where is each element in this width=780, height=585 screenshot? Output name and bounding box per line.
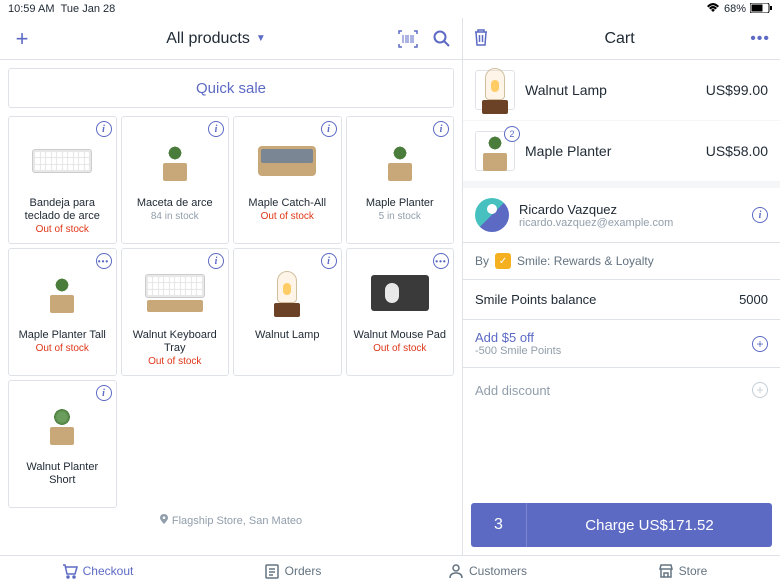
info-icon[interactable]: i — [752, 207, 768, 223]
product-tile[interactable]: i Maple Planter5 in stock — [346, 116, 455, 244]
info-icon[interactable]: i — [208, 253, 224, 269]
cart-item-name: Walnut Lamp — [525, 82, 696, 98]
cart-title: Cart — [489, 30, 750, 48]
info-icon[interactable]: i — [96, 121, 112, 137]
product-image — [135, 127, 215, 195]
cart-panel: Cart ••• Walnut Lamp US$99.00 2 Maple Plant… — [463, 18, 780, 555]
wifi-icon — [706, 3, 720, 16]
stock-label: Out of stock — [36, 224, 89, 235]
product-name: Maple Planter — [366, 197, 434, 210]
product-image — [135, 259, 215, 327]
points-balance-row: Smile Points balance 5000 — [463, 280, 780, 320]
loyalty-app-row: By ✓ Smile: Rewards & Loyalty — [463, 243, 780, 280]
product-name: Walnut Mouse Pad — [353, 329, 446, 342]
barcode-icon[interactable] — [398, 29, 418, 49]
stock-label: Out of stock — [261, 211, 314, 222]
product-image — [247, 127, 327, 195]
cart-thumb: 2 — [475, 131, 515, 171]
product-image — [22, 391, 102, 459]
products-header: + All products ▼ — [0, 18, 462, 60]
product-name: Walnut Planter Short — [13, 461, 112, 487]
info-icon[interactable]: i — [96, 385, 112, 401]
product-image — [360, 259, 440, 327]
plus-icon: + — [752, 336, 768, 352]
product-image — [22, 259, 102, 327]
qty-badge: 2 — [504, 126, 520, 142]
product-image — [247, 259, 327, 327]
product-name: Maple Catch-All — [248, 197, 326, 210]
charge-bar: 3 Charge US$171.52 — [471, 503, 772, 547]
stock-label: Out of stock — [148, 356, 201, 367]
product-tile[interactable]: i Walnut Keyboard TrayOut of stock — [121, 248, 230, 376]
product-name: Maceta de arce — [137, 197, 213, 210]
status-time: 10:59 AM — [8, 3, 54, 15]
cart-header: Cart ••• — [463, 18, 780, 60]
battery-icon — [750, 3, 772, 16]
status-bar: 10:59 AM Tue Jan 28 68% — [0, 0, 780, 18]
product-tile[interactable]: i Walnut Planter Short — [8, 380, 117, 508]
category-dropdown[interactable]: All products ▼ — [34, 30, 398, 48]
trash-icon[interactable] — [473, 28, 489, 49]
avatar — [475, 198, 509, 232]
cart-item-price: US$99.00 — [706, 82, 768, 98]
stock-label: Out of stock — [36, 343, 89, 354]
pin-icon — [160, 514, 168, 527]
product-name: Walnut Lamp — [255, 329, 319, 342]
product-tile[interactable]: ••• Maple Planter TallOut of stock — [8, 248, 117, 376]
customer-email: ricardo.vazquez@example.com — [519, 217, 742, 229]
customer-row[interactable]: Ricardo Vazquez ricardo.vazquez@example.… — [463, 182, 780, 243]
chevron-down-icon: ▼ — [256, 33, 266, 44]
info-icon[interactable]: i — [321, 253, 337, 269]
cart-item[interactable]: Walnut Lamp US$99.00 — [463, 60, 780, 121]
add-reward-button[interactable]: Add $5 off -500 Smile Points + — [463, 320, 780, 368]
variants-icon[interactable]: ••• — [96, 253, 112, 269]
info-icon[interactable]: i — [208, 121, 224, 137]
info-icon[interactable]: i — [321, 121, 337, 137]
product-image — [360, 127, 440, 195]
product-name: Maple Planter Tall — [19, 329, 106, 342]
smile-icon: ✓ — [495, 253, 511, 269]
product-tile[interactable]: ••• Walnut Mouse PadOut of stock — [346, 248, 455, 376]
add-button[interactable]: + — [10, 26, 34, 52]
customer-name: Ricardo Vazquez — [519, 202, 742, 217]
search-icon[interactable] — [432, 29, 452, 49]
cart-thumb — [475, 70, 515, 110]
products-panel: + All products ▼ Quick sale i Bandeja par… — [0, 18, 463, 555]
more-icon[interactable]: ••• — [750, 30, 770, 48]
stock-label: 84 in stock — [151, 211, 199, 222]
location-label: Flagship Store, San Mateo — [0, 508, 462, 533]
product-tile[interactable]: i Maple Catch-AllOut of stock — [233, 116, 342, 244]
product-image — [22, 127, 102, 195]
nav-orders[interactable]: Orders — [195, 556, 390, 585]
product-tile[interactable]: i Walnut Lamp — [233, 248, 342, 376]
cart-item[interactable]: 2 Maple Planter US$58.00 — [463, 121, 780, 182]
product-tile[interactable]: i Maceta de arce84 in stock — [121, 116, 230, 244]
variants-icon[interactable]: ••• — [433, 253, 449, 269]
add-discount-button[interactable]: Add discount + — [463, 368, 780, 412]
product-grid: iBandeja para teclado de arceOut of stoc… — [0, 116, 462, 508]
category-title: All products — [166, 30, 250, 48]
cart-item-name: Maple Planter — [525, 143, 696, 159]
status-date: Tue Jan 28 — [61, 3, 116, 15]
info-icon[interactable]: i — [433, 121, 449, 137]
stock-label: 5 in stock — [379, 211, 421, 222]
battery-text: 68% — [724, 3, 746, 15]
stock-label: Out of stock — [373, 343, 426, 354]
cart-quantity[interactable]: 3 — [471, 503, 527, 547]
nav-checkout[interactable]: Checkout — [0, 556, 195, 585]
product-name: Bandeja para teclado de arce — [13, 197, 112, 223]
plus-icon: + — [752, 382, 768, 398]
quick-sale-button[interactable]: Quick sale — [8, 68, 454, 108]
nav-store[interactable]: Store — [585, 556, 780, 585]
nav-customers[interactable]: Customers — [390, 556, 585, 585]
charge-button[interactable]: Charge US$171.52 — [527, 503, 772, 547]
product-name: Walnut Keyboard Tray — [126, 329, 225, 355]
bottom-nav: Checkout Orders Customers Store — [0, 555, 780, 585]
product-tile[interactable]: i Bandeja para teclado de arceOut of stoc… — [8, 116, 117, 244]
cart-item-price: US$58.00 — [706, 143, 768, 159]
